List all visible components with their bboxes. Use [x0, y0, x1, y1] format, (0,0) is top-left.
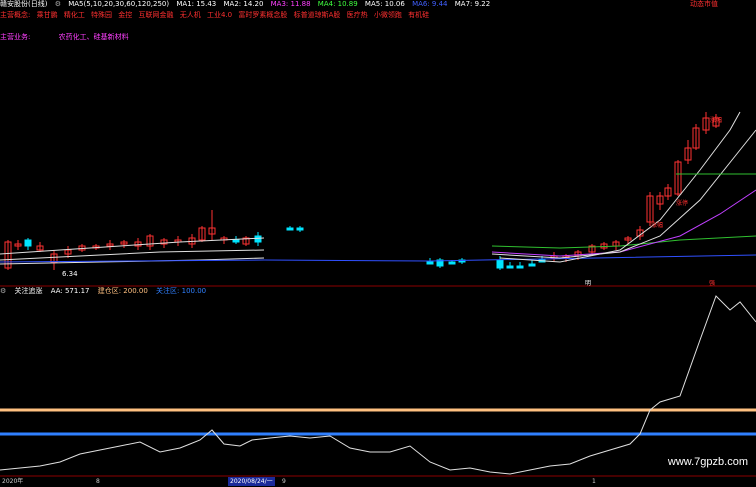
- candlestick: [496, 259, 504, 269]
- ma2-value: MA2: 14.20: [223, 0, 264, 8]
- business-label: 主营业务:: [0, 33, 31, 41]
- candlestick: [254, 235, 262, 243]
- candlestick: [516, 265, 524, 269]
- concept-item[interactable]: 医疗热: [347, 11, 368, 19]
- candlestick: [232, 239, 240, 243]
- concept-item[interactable]: 金控: [118, 11, 132, 19]
- build-zone-value: 建仓区: 200.00: [97, 287, 148, 295]
- candlestick: [506, 265, 514, 269]
- concept-item[interactable]: 有机硅: [408, 11, 429, 19]
- concept-item[interactable]: 小微领跑: [374, 11, 402, 19]
- candlestick: [528, 263, 536, 267]
- axis-label: 1: [592, 478, 596, 485]
- market-cap-label: 动态市值: [690, 0, 718, 8]
- candlestick: [426, 261, 434, 265]
- candlestick: [24, 239, 32, 247]
- candlestick: [448, 261, 456, 265]
- watch-zone-value: 关注区: 100.00: [156, 287, 207, 295]
- settings-icon[interactable]: ⚙: [0, 287, 6, 295]
- main-price-chart[interactable]: [0, 0, 756, 487]
- concept-item[interactable]: 特殊园: [91, 11, 112, 19]
- rise-label-1: 涨幅: [710, 117, 723, 124]
- business-line: 主营业务: 农药化工、硅基新材料: [0, 33, 133, 43]
- concept-item[interactable]: 互联网金融: [139, 11, 174, 19]
- watermark: www.7gpzb.com: [667, 456, 748, 468]
- axis-label: 9: [282, 478, 286, 485]
- marker-2: 强: [709, 280, 716, 287]
- ma3-value: MA3: 11.88: [270, 0, 311, 8]
- stock-title: 赣安股份(日线): [0, 0, 48, 8]
- marker-1: 明: [585, 280, 592, 287]
- indicator-name[interactable]: 关注追涨: [15, 287, 43, 295]
- ma-params: MA5(5,10,20,30,60,120,250): [68, 0, 170, 8]
- ma-line: [499, 111, 741, 263]
- candlestick: [286, 227, 294, 231]
- ma1-value: MA1: 15.43: [176, 0, 217, 8]
- rise-label-2: 涨停: [676, 200, 689, 207]
- ma-line: [0, 254, 756, 263]
- low-price-label: 6.34: [62, 270, 78, 278]
- ma-line: [491, 235, 756, 249]
- chart-header: 赣安股份(日线) ⚙ MA5(5,10,20,30,60,120,250) MA…: [0, 0, 756, 10]
- candlestick: [296, 227, 304, 231]
- concept-item[interactable]: 乘甘鹏: [37, 11, 58, 19]
- rise-label-3: 涨幅: [651, 222, 664, 229]
- business-text: 农药化工、硅基新材料: [58, 33, 129, 41]
- concept-label: 主营概念:: [0, 11, 31, 19]
- ma-line: [491, 129, 756, 259]
- aa-value: AA: 571.17: [50, 287, 90, 295]
- settings-icon[interactable]: ⚙: [55, 0, 61, 8]
- concept-line: 主营概念: 乘甘鹏 精化工 特殊园 金控 互联网金融 无人机 工业4.0 富时罗…: [0, 11, 433, 21]
- date-axis: 2020年 8 2020/08/24/一 9 1: [0, 477, 756, 487]
- axis-label: 2020年: [2, 478, 24, 485]
- concept-item[interactable]: 无人机: [180, 11, 201, 19]
- ma7-value: MA7: 9.22: [454, 0, 491, 8]
- indicator-line: [0, 295, 756, 475]
- indicator-header: ⚙ 关注追涨 AA: 571.17 建仓区: 200.00 关注区: 100.0…: [0, 287, 756, 297]
- concept-item[interactable]: 工业4.0: [207, 11, 232, 19]
- concept-item[interactable]: 富时罗素概念股: [238, 11, 287, 19]
- concept-item[interactable]: 精化工: [64, 11, 85, 19]
- axis-label-selected[interactable]: 2020/08/24/一: [228, 477, 275, 486]
- concept-item[interactable]: 标普道琼斯A股: [294, 11, 341, 19]
- ma5-value: MA5: 10.06: [364, 0, 405, 8]
- ma6-value: MA6: 9.44: [412, 0, 448, 8]
- ma4-value: MA4: 10.89: [317, 0, 358, 8]
- axis-label: 8: [96, 478, 100, 485]
